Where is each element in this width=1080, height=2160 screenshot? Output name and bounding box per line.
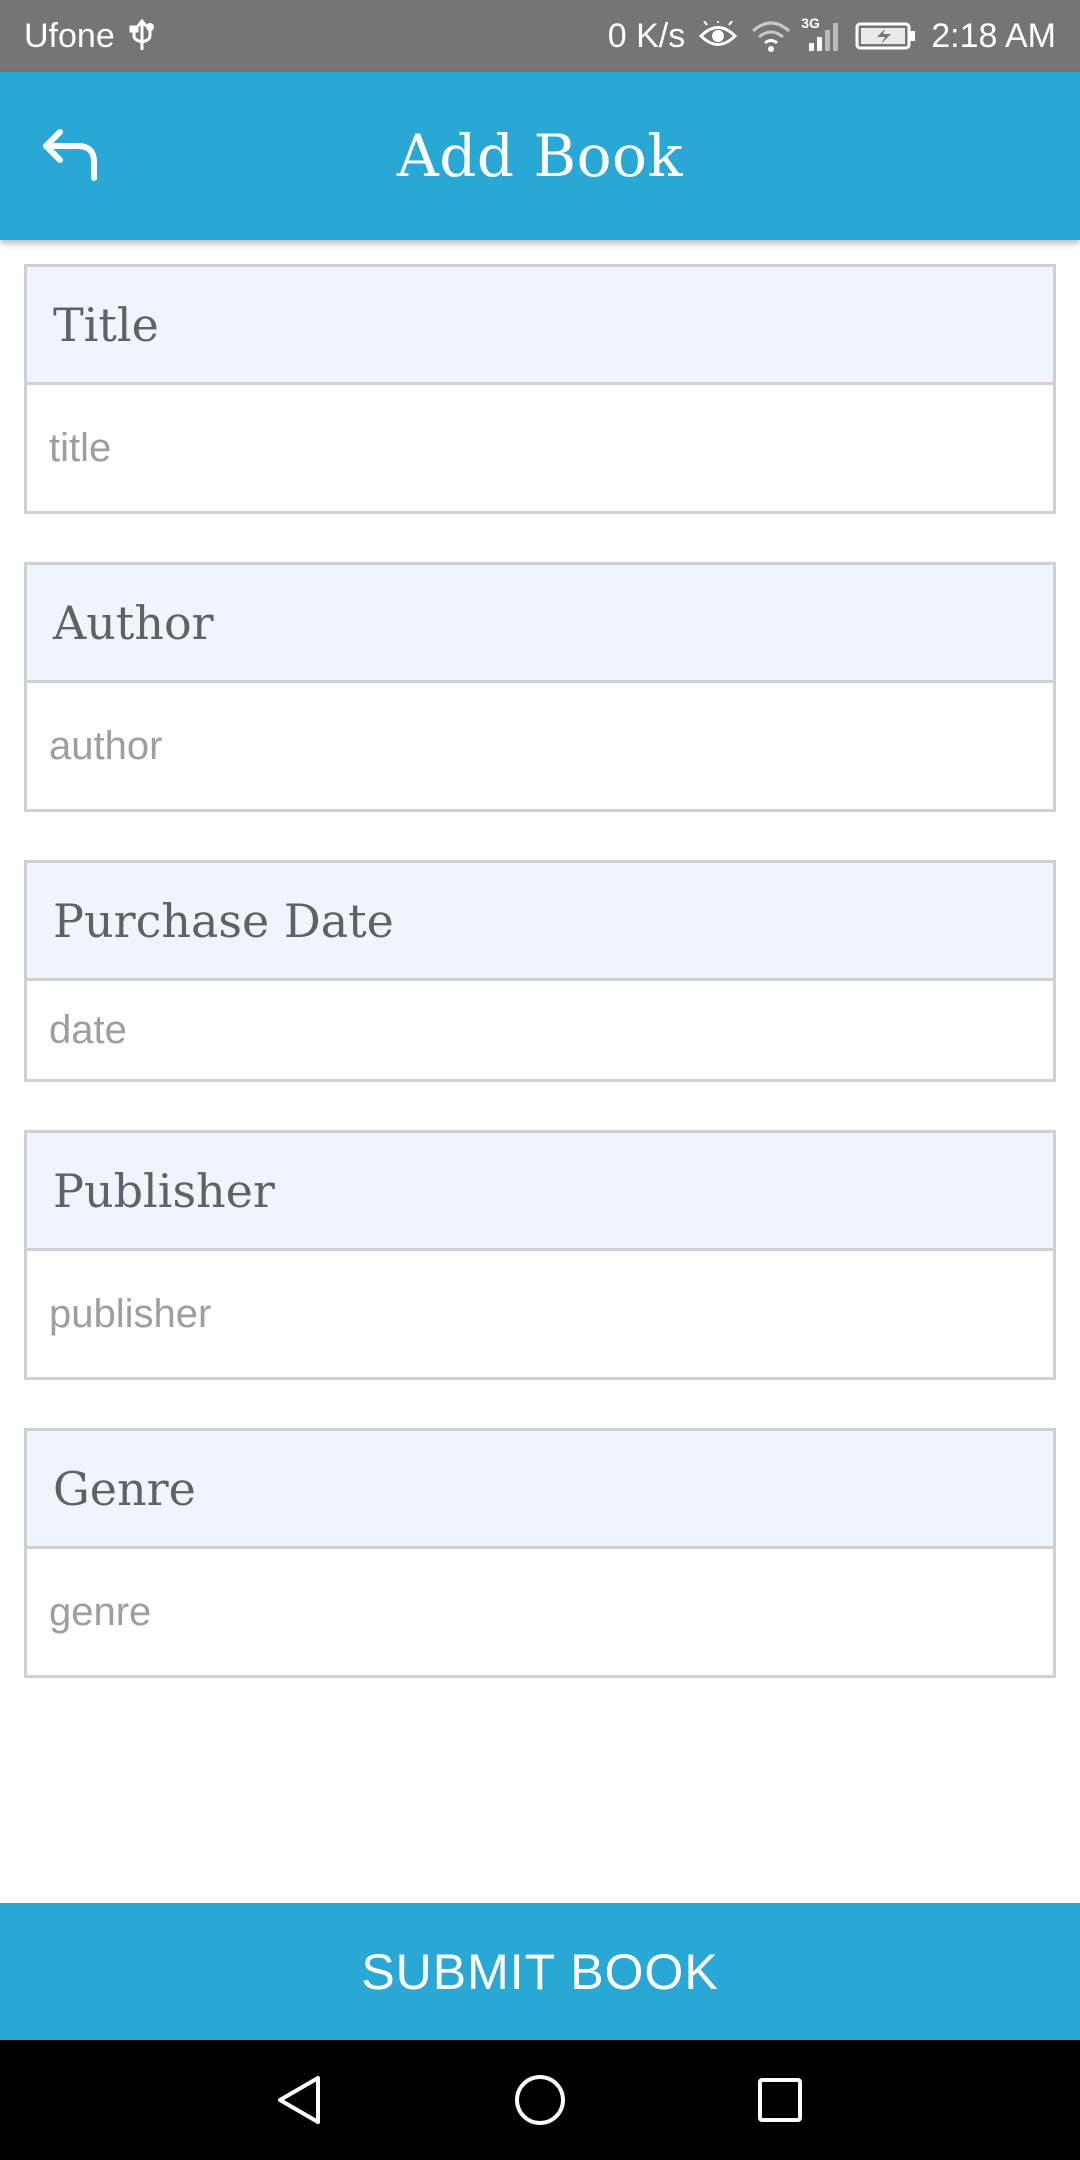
carrier-name: Ufone xyxy=(24,16,115,55)
navigation-bar xyxy=(0,2040,1080,2160)
net-speed: 0 K/s xyxy=(607,16,686,55)
eye-icon xyxy=(699,21,738,51)
purchase-date-field: Purchase Date xyxy=(24,860,1056,1082)
status-bar: Ufone 0 K/s 3G 2:18 AM xyxy=(0,0,1080,72)
author-field: Author xyxy=(24,562,1056,812)
app-bar: Add Book xyxy=(0,72,1080,240)
nav-recents-icon xyxy=(758,2078,802,2122)
genre-label: Genre xyxy=(27,1431,1053,1549)
submit-book-button[interactable]: SUBMIT BOOK xyxy=(0,1903,1080,2040)
author-input[interactable] xyxy=(27,683,1053,809)
nav-back-icon xyxy=(278,2076,320,2124)
nav-back-button[interactable] xyxy=(260,2060,340,2140)
title-field: Title xyxy=(24,264,1056,514)
add-book-form: Title Author Purchase Date Publisher Gen… xyxy=(24,264,1056,1726)
wifi-icon xyxy=(751,19,791,53)
publisher-field: Publisher xyxy=(24,1130,1056,1380)
signal-icon: 3G xyxy=(801,15,841,53)
status-right: 0 K/s 3G 2:18 AM xyxy=(607,15,1056,56)
genre-field: Genre xyxy=(24,1428,1056,1678)
genre-input[interactable] xyxy=(27,1549,1053,1675)
title-label: Title xyxy=(27,267,1053,385)
battery-icon xyxy=(855,21,917,51)
status-left: Ufone xyxy=(24,17,155,56)
publisher-input[interactable] xyxy=(27,1251,1053,1377)
nav-home-icon xyxy=(515,2075,565,2125)
publisher-label: Publisher xyxy=(27,1133,1053,1251)
clock: 2:18 AM xyxy=(931,16,1056,55)
title-input[interactable] xyxy=(27,385,1053,511)
purchase-date-input[interactable] xyxy=(27,981,1053,1079)
usb-icon xyxy=(129,18,155,54)
purchase-date-label: Purchase Date xyxy=(27,863,1053,981)
author-label: Author xyxy=(27,565,1053,683)
nav-home-button[interactable] xyxy=(500,2060,580,2140)
network-type-label: 3G xyxy=(801,15,820,31)
page-title: Add Book xyxy=(396,122,684,190)
nav-recents-button[interactable] xyxy=(740,2060,820,2140)
